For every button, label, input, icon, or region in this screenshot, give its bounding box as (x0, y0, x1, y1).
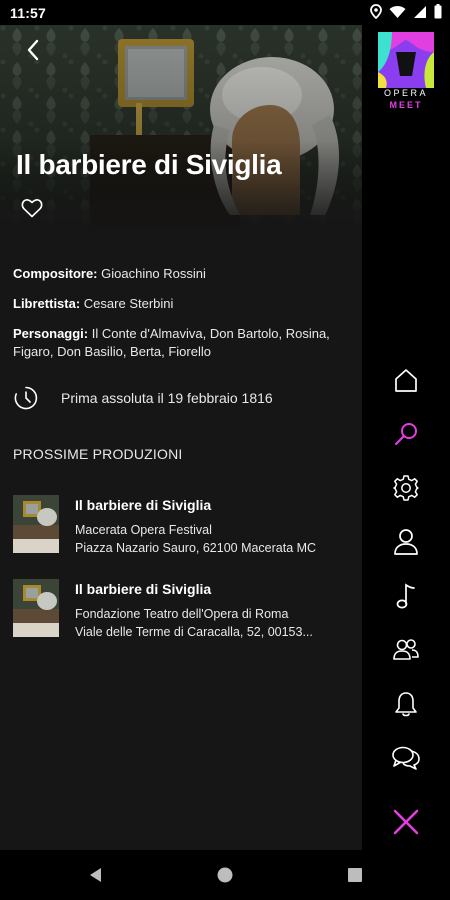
chevron-left-icon (27, 39, 39, 61)
nav-profile[interactable] (391, 527, 421, 557)
clock-icon (14, 386, 38, 410)
system-nav-bar (0, 850, 450, 900)
brand-line2: MEET (389, 100, 423, 110)
settings-icon (393, 475, 419, 501)
production-thumbnail (13, 495, 59, 553)
profile-icon (394, 529, 418, 555)
characters-label: Personaggi: (13, 326, 89, 341)
production-item[interactable]: Il barbiere di Siviglia Fondazione Teatr… (13, 579, 358, 643)
characters-line: Personaggi: Il Conte d'Almaviva, Don Bar… (13, 325, 333, 361)
nav-community[interactable] (391, 635, 421, 665)
librettist-label: Librettista: (13, 296, 81, 311)
production-venue: Macerata Opera Festival (75, 523, 212, 537)
close-menu-button[interactable] (391, 807, 421, 837)
production-thumbnail (13, 579, 59, 637)
nav-home[interactable] (391, 365, 421, 395)
librettist-value: Cesare Sterbini (83, 296, 174, 311)
heart-icon (21, 199, 43, 218)
brand-line1: OPERA (383, 88, 428, 98)
production-address: Viale delle Terme di Caracalla, 52, 0015… (75, 625, 313, 639)
nav-chat[interactable] (391, 743, 421, 773)
production-address: Piazza Nazario Sauro, 62100 Macerata MC (75, 541, 317, 555)
home-icon (395, 369, 417, 392)
production-venue: Fondazione Teatro dell'Opera di Roma (75, 607, 289, 621)
composer-label: Compositore: (13, 266, 98, 281)
search-icon (394, 423, 417, 446)
notifications-icon (395, 692, 417, 717)
status-time: 11:57 (10, 5, 47, 21)
back-button[interactable] (18, 35, 48, 65)
opera-title: Il barbiere di Siviglia (16, 149, 282, 180)
favorite-button[interactable] (20, 196, 44, 220)
signal-icon (414, 5, 426, 18)
nav-settings[interactable] (391, 473, 421, 503)
back-triangle-icon[interactable] (86, 865, 106, 885)
close-icon (393, 809, 419, 835)
status-icons (370, 4, 442, 19)
wifi-icon (389, 5, 406, 18)
production-title: Il barbiere di Siviglia (75, 497, 212, 513)
composer-line: Compositore: Gioachino Rossini (13, 265, 333, 283)
status-bar: 11:57 (0, 0, 450, 25)
chat-icon (392, 746, 420, 770)
production-title: Il barbiere di Siviglia (75, 581, 212, 597)
recents-square-icon[interactable] (345, 865, 365, 885)
nav-music[interactable] (391, 581, 421, 611)
community-icon (393, 639, 419, 660)
premiere-text: Prima assoluta il 19 febbraio 1816 (61, 390, 273, 406)
premiere-row: Prima assoluta il 19 febbraio 1816 (13, 385, 333, 411)
librettist-line: Librettista: Cesare Sterbini (13, 295, 333, 313)
hero-image: Il barbiere di Siviglia (0, 25, 362, 235)
home-circle-icon[interactable] (215, 865, 235, 885)
composer-value: Gioachino Rossini (101, 266, 206, 281)
opera-detail-panel: Il barbiere di Siviglia Compositore: Gio… (0, 25, 362, 850)
sidebar-menu: OPERA MEET (362, 25, 450, 850)
opera-meet-logo[interactable] (378, 32, 434, 88)
location-icon (370, 4, 382, 19)
section-title-productions: PROSSIME PRODUZIONI (13, 446, 183, 462)
nav-search[interactable] (391, 419, 421, 449)
battery-icon (434, 4, 442, 19)
nav-notifications[interactable] (391, 689, 421, 719)
production-item[interactable]: Il barbiere di Siviglia Macerata Opera F… (13, 495, 358, 559)
music-note-icon (396, 583, 415, 609)
